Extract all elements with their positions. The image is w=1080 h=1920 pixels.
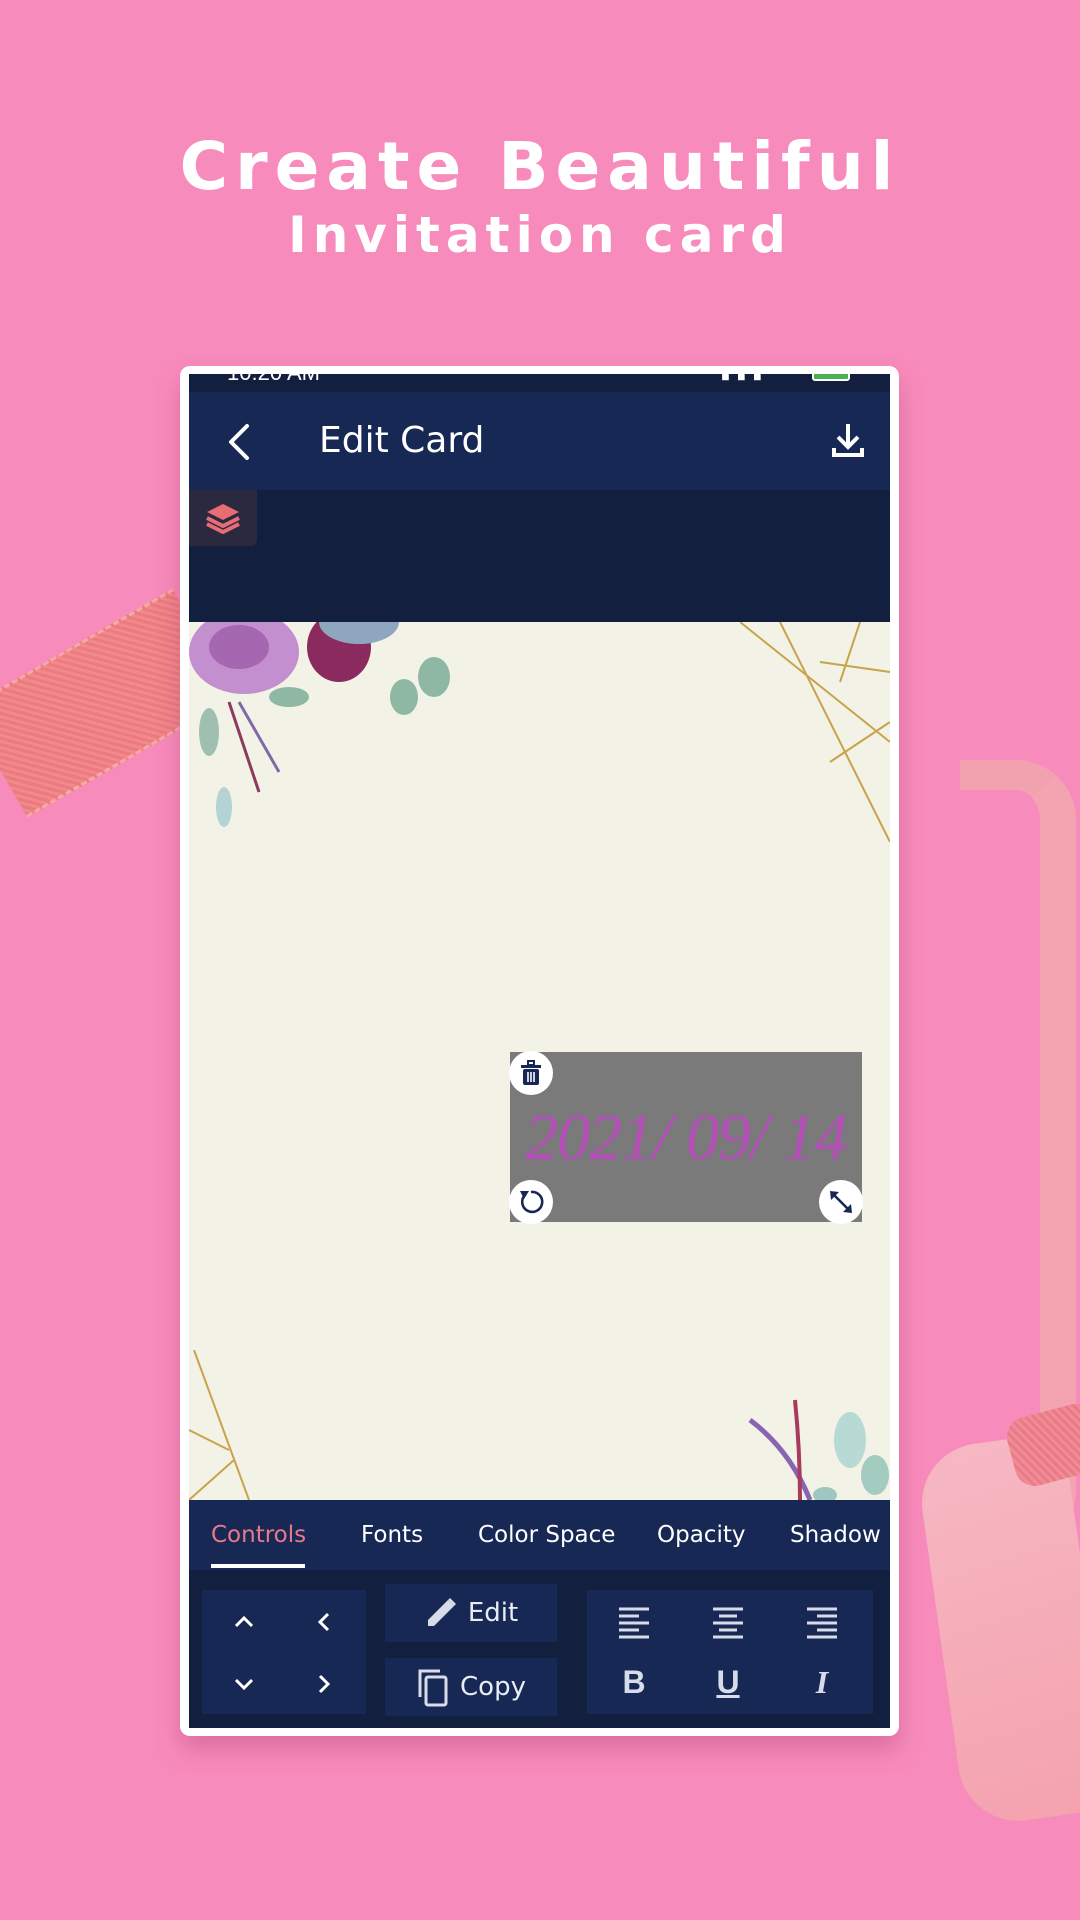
edit-button[interactable]: Edit xyxy=(385,1584,557,1642)
bold-button[interactable]: B xyxy=(609,1658,659,1706)
ribbon-decoration-right-tail xyxy=(914,1431,1080,1829)
align-left-button[interactable] xyxy=(609,1598,659,1646)
chevron-left-icon xyxy=(229,424,249,460)
copy-label: Copy xyxy=(460,1672,526,1702)
controls-panel: Edit Copy B U I xyxy=(189,1570,890,1728)
headline-line-1: Create Beautiful xyxy=(179,128,901,205)
align-right-button[interactable] xyxy=(797,1598,847,1646)
copy-button[interactable]: Copy xyxy=(385,1658,557,1716)
phone-frame: 10:20 AM ▮▮▮ ◠ Edit Card xyxy=(180,366,899,1736)
wifi-icon: ◠ xyxy=(779,374,801,382)
active-tab-indicator xyxy=(211,1564,305,1568)
arrow-right-icon xyxy=(318,1674,331,1694)
rotate-handle[interactable] xyxy=(509,1180,553,1224)
tab-color-space[interactable]: Color Space xyxy=(478,1522,615,1548)
battery-icon xyxy=(812,374,850,382)
underline-button[interactable]: U xyxy=(703,1658,753,1706)
signal-icon: ▮▮▮ xyxy=(721,374,769,382)
trash-icon xyxy=(521,1060,541,1085)
layers-button[interactable] xyxy=(189,490,257,546)
align-center-button[interactable] xyxy=(703,1598,753,1646)
italic-button[interactable]: I xyxy=(797,1658,847,1706)
layer-bar xyxy=(189,490,890,622)
text-format-controls: B U I xyxy=(587,1590,873,1714)
floral-top-left-decoration xyxy=(189,622,450,827)
move-left-button[interactable] xyxy=(302,1600,346,1644)
date-text[interactable]: 2021/ 09/ 14 xyxy=(510,1100,862,1176)
rotate-icon xyxy=(520,1190,544,1214)
tab-shadow[interactable]: Shadow xyxy=(790,1522,881,1548)
gold-lines-top-right-decoration xyxy=(740,622,890,842)
copy-icon xyxy=(418,1669,448,1707)
align-right-icon xyxy=(807,1607,837,1639)
editor-tabs: Controls Fonts Color Space Opacity Shado… xyxy=(189,1500,890,1570)
tab-opacity[interactable]: Opacity xyxy=(657,1522,745,1548)
tab-controls[interactable]: Controls xyxy=(211,1522,306,1548)
edit-label: Edit xyxy=(467,1598,519,1628)
download-button[interactable] xyxy=(828,420,868,460)
status-time: 10:20 AM xyxy=(227,374,320,386)
status-icons: ▮▮▮ ◠ xyxy=(721,374,850,383)
align-left-icon xyxy=(619,1607,649,1639)
move-up-button[interactable] xyxy=(222,1600,266,1644)
selected-text-element[interactable]: 2021/ 09/ 14 xyxy=(509,1051,863,1224)
layers-icon xyxy=(206,504,240,534)
move-right-button[interactable] xyxy=(302,1662,346,1706)
resize-handle[interactable] xyxy=(819,1180,863,1224)
move-down-button[interactable] xyxy=(222,1662,266,1706)
pencil-icon xyxy=(427,1598,456,1626)
headline-line-2: Invitation card xyxy=(288,206,792,264)
page-title: Edit Card xyxy=(319,420,485,461)
invitation-card-canvas[interactable]: 2021/ 09/ 14 xyxy=(189,622,890,1500)
arrow-left-icon xyxy=(317,1612,330,1632)
move-controls xyxy=(202,1590,366,1714)
back-button[interactable] xyxy=(219,420,259,464)
align-center-icon xyxy=(713,1607,743,1639)
delete-handle[interactable] xyxy=(509,1051,553,1095)
arrow-down-icon xyxy=(234,1678,254,1691)
resize-icon xyxy=(830,1191,852,1213)
arrow-up-icon xyxy=(234,1615,254,1628)
status-bar: 10:20 AM ▮▮▮ ◠ xyxy=(189,374,890,392)
app-toolbar: Edit Card xyxy=(189,392,890,490)
tab-fonts[interactable]: Fonts xyxy=(361,1522,423,1548)
gold-lines-bottom-left-decoration xyxy=(189,1350,250,1500)
app-screen: 10:20 AM ▮▮▮ ◠ Edit Card xyxy=(189,374,890,1728)
download-icon xyxy=(832,424,864,457)
floral-bottom-right-decoration xyxy=(748,1399,889,1500)
